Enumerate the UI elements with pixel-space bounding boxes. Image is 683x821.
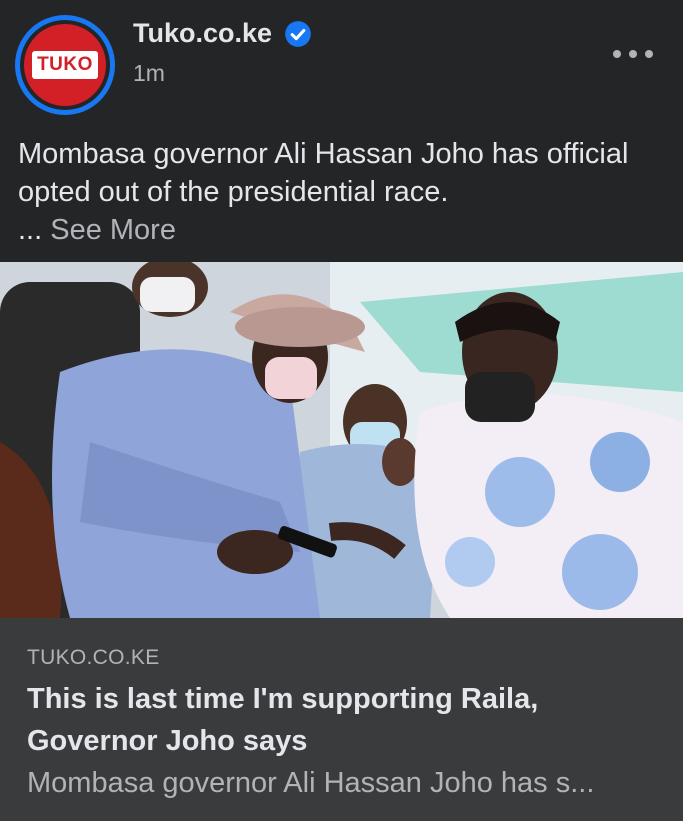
page-avatar[interactable]: TUKO bbox=[15, 15, 115, 115]
verified-badge-icon bbox=[285, 20, 311, 47]
page-name[interactable]: Tuko.co.ke bbox=[133, 18, 272, 49]
tuko-logo: TUKO bbox=[24, 24, 106, 106]
post-timestamp[interactable]: 1m bbox=[133, 60, 165, 87]
see-more-link[interactable]: See More bbox=[50, 214, 176, 246]
logo-text: TUKO bbox=[32, 51, 98, 79]
post-body: Mombasa governor Ali Hassan Joho has off… bbox=[18, 138, 629, 208]
link-description: Mombasa governor Ali Hassan Joho has s..… bbox=[27, 767, 595, 799]
page-name-row: Tuko.co.ke bbox=[133, 18, 312, 49]
post-photo[interactable] bbox=[0, 262, 683, 618]
link-preview[interactable]: TUKO.CO.KE This is last time I'm support… bbox=[0, 618, 683, 821]
photo-illustration bbox=[0, 262, 683, 618]
post-header: TUKO Tuko.co.ke 1m bbox=[0, 0, 683, 120]
link-domain: TUKO.CO.KE bbox=[27, 646, 160, 669]
see-more-prefix: ... bbox=[18, 214, 51, 246]
post-text: Mombasa governor Ali Hassan Joho has off… bbox=[18, 135, 668, 249]
more-options-icon[interactable] bbox=[613, 44, 653, 64]
link-title: This is last time I'm supporting Raila, … bbox=[27, 683, 539, 757]
